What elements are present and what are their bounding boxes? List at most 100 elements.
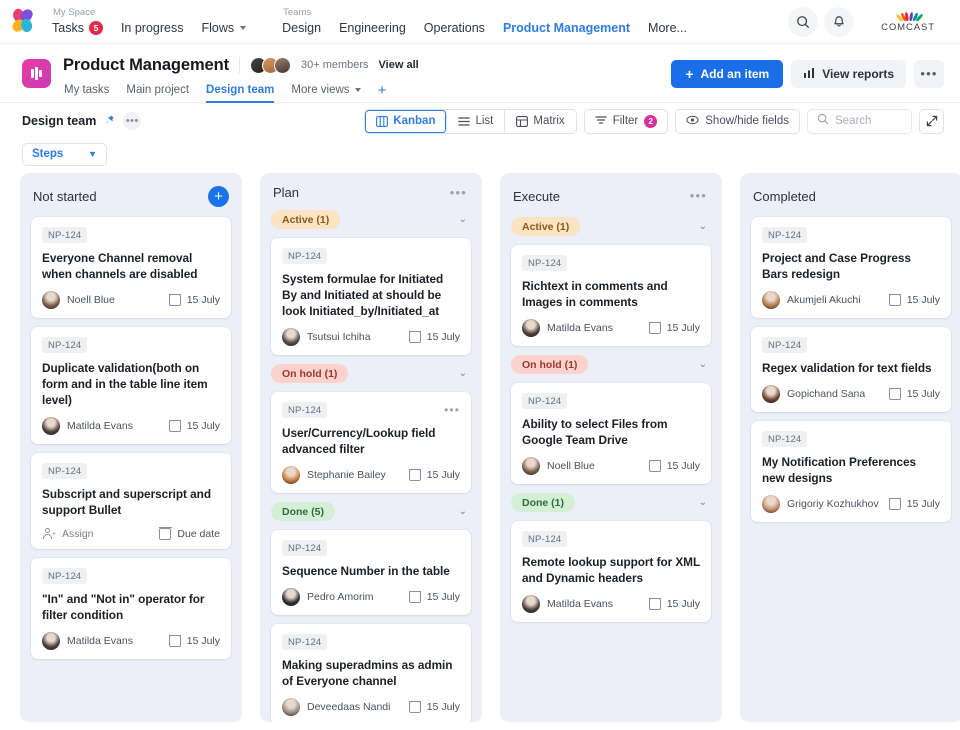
nav-item-product-management[interactable]: Product Management [503, 20, 630, 36]
group-header[interactable]: Done (5) ⌄ [271, 502, 471, 521]
task-card[interactable]: NP-124 Duplicate validation(both on form … [31, 327, 231, 444]
view-all-members-link[interactable]: View all [379, 59, 419, 71]
task-card[interactable]: NP-124 Regex validation for text fields Go… [751, 327, 951, 412]
due-date[interactable]: 15 July [168, 293, 220, 306]
assignee[interactable]: Tsutsui Ichiha [282, 328, 371, 346]
add-card-button[interactable]: + [208, 185, 229, 207]
member-avatars[interactable] [249, 56, 291, 74]
due-date[interactable]: 15 July [888, 293, 940, 306]
column-more-button[interactable]: ••• [450, 186, 469, 199]
task-card[interactable]: NP-124 Everyone Channel removal when chan… [31, 217, 231, 318]
pin-icon[interactable] [104, 114, 115, 128]
group-header[interactable]: Active (1) ⌄ [511, 217, 711, 236]
due-date[interactable]: Due date [159, 527, 220, 540]
task-card[interactable]: NP-124 My Notification Preferences new de… [751, 421, 951, 522]
filter-button[interactable]: Filter 2 [583, 108, 669, 134]
task-card[interactable]: NP-124 Remote lookup support for XML and … [511, 521, 711, 622]
nav-item-engineering[interactable]: Engineering [339, 20, 406, 36]
add-view-button[interactable]: + [378, 83, 387, 103]
column-title: Not started [33, 188, 97, 204]
tab-main-project[interactable]: Main project [126, 84, 189, 103]
task-card[interactable]: NP-124 Richtext in comments and Images in… [511, 245, 711, 346]
due-date-label: 15 July [426, 469, 460, 481]
due-date[interactable]: 15 July [648, 597, 700, 610]
nav-item-operations[interactable]: Operations [424, 20, 485, 36]
due-date[interactable]: 15 July [168, 634, 220, 647]
avatar [762, 291, 780, 309]
project-more-button[interactable]: ••• [914, 60, 944, 88]
chevron-down-icon[interactable]: ⌄ [699, 359, 707, 370]
bell-icon[interactable] [824, 6, 854, 37]
due-date[interactable]: 15 July [408, 330, 460, 343]
card-header: NP-124 ••• [282, 402, 460, 418]
view-more-button[interactable]: ••• [123, 112, 142, 130]
chevron-down-icon[interactable]: ⌄ [459, 506, 467, 517]
task-card[interactable]: NP-124 Project and Case Progress Bars red… [751, 217, 951, 318]
view-reports-button[interactable]: View reports [791, 60, 906, 88]
task-card[interactable]: NP-124 ••• User/Currency/Lookup field adva… [271, 392, 471, 493]
assignee[interactable]: Noell Blue [42, 291, 115, 309]
chevron-down-icon[interactable]: ⌄ [459, 368, 467, 379]
due-date[interactable]: 15 July [888, 387, 940, 400]
due-date[interactable]: 15 July [408, 468, 460, 481]
assignee[interactable]: Matilda Evans [42, 417, 133, 435]
due-date[interactable]: 15 July [168, 419, 220, 432]
due-date[interactable]: 15 July [408, 590, 460, 603]
search-icon[interactable] [788, 6, 818, 37]
task-key-badge: NP-124 [522, 393, 568, 409]
group-header[interactable]: Done (1) ⌄ [511, 493, 711, 512]
search-box[interactable] [807, 108, 912, 134]
chevron-down-icon[interactable]: ⌄ [699, 221, 707, 232]
nav-item-more[interactable]: More... [648, 20, 687, 36]
view-button-kanban[interactable]: Kanban [365, 109, 448, 133]
chevron-down-icon[interactable]: ⌄ [699, 497, 707, 508]
nav-item-tasks[interactable]: Tasks 5 [52, 20, 103, 36]
due-date[interactable]: 15 July [408, 700, 460, 713]
calendar-icon [168, 634, 181, 647]
assignee[interactable]: Akumjeli Akuchi [762, 291, 861, 309]
column-more-button[interactable]: ••• [690, 189, 709, 202]
top-nav-actions: COMCAST [788, 6, 944, 37]
group-header[interactable]: Active (1) ⌄ [271, 210, 471, 229]
due-date[interactable]: 15 July [888, 497, 940, 510]
task-title: Richtext in comments and Images in comme… [522, 279, 668, 309]
task-title: My Notification Preferences new designs [762, 455, 917, 485]
task-card[interactable]: NP-124 "In" and "Not in" operator for fil… [31, 558, 231, 659]
group-header[interactable]: On hold (1) ⌄ [271, 364, 471, 383]
tab-my-tasks[interactable]: My tasks [64, 84, 109, 103]
show-hide-fields-button[interactable]: Show/hide fields [675, 108, 800, 134]
card-more-button[interactable]: ••• [444, 404, 460, 416]
task-card[interactable]: NP-124 Subscript and superscript and supp… [31, 453, 231, 549]
assignee[interactable]: Stephanie Bailey [282, 466, 386, 484]
assignee[interactable]: Matilda Evans [42, 632, 133, 650]
chevron-down-icon[interactable]: ⌄ [459, 214, 467, 225]
view-button-list[interactable]: List [447, 109, 506, 133]
tab-more-views[interactable]: More views [291, 84, 361, 103]
add-item-button[interactable]: + Add an item [671, 60, 784, 88]
assignee[interactable]: Noell Blue [522, 457, 595, 475]
assign-button[interactable]: + Assign [42, 527, 94, 540]
butterfly-logo[interactable] [10, 6, 38, 35]
group-header[interactable]: On hold (1) ⌄ [511, 355, 711, 374]
view-button-matrix[interactable]: Matrix [505, 109, 576, 133]
assignee[interactable]: Deveedaas Nandi [282, 698, 390, 716]
task-card[interactable]: NP-124 System formulae for Initiated By a… [271, 238, 471, 355]
task-card[interactable]: NP-124 Making superadmins as admin of Eve… [271, 624, 471, 722]
assignee[interactable]: Gopichand Sana [762, 385, 865, 403]
assignee[interactable]: Pedro Amorim [282, 588, 374, 606]
expand-icon[interactable] [919, 108, 944, 134]
assignee[interactable]: Matilda Evans [522, 595, 613, 613]
nav-item-in-progress[interactable]: In progress [121, 20, 184, 36]
tab-design-team[interactable]: Design team [206, 84, 274, 103]
search-input[interactable] [835, 115, 902, 127]
due-date[interactable]: 15 July [648, 459, 700, 472]
org-logo[interactable]: COMCAST [872, 10, 944, 33]
steps-dropdown[interactable]: Steps ▼ [22, 142, 107, 166]
assignee[interactable]: Matilda Evans [522, 319, 613, 337]
task-card[interactable]: NP-124 Sequence Number in the table Pedro … [271, 530, 471, 615]
task-card[interactable]: NP-124 Ability to select Files from Googl… [511, 383, 711, 484]
due-date[interactable]: 15 July [648, 321, 700, 334]
nav-item-flows[interactable]: Flows [201, 20, 247, 36]
nav-item-design[interactable]: Design [282, 20, 321, 36]
assignee[interactable]: Grigoriy Kozhukhov [762, 495, 879, 513]
